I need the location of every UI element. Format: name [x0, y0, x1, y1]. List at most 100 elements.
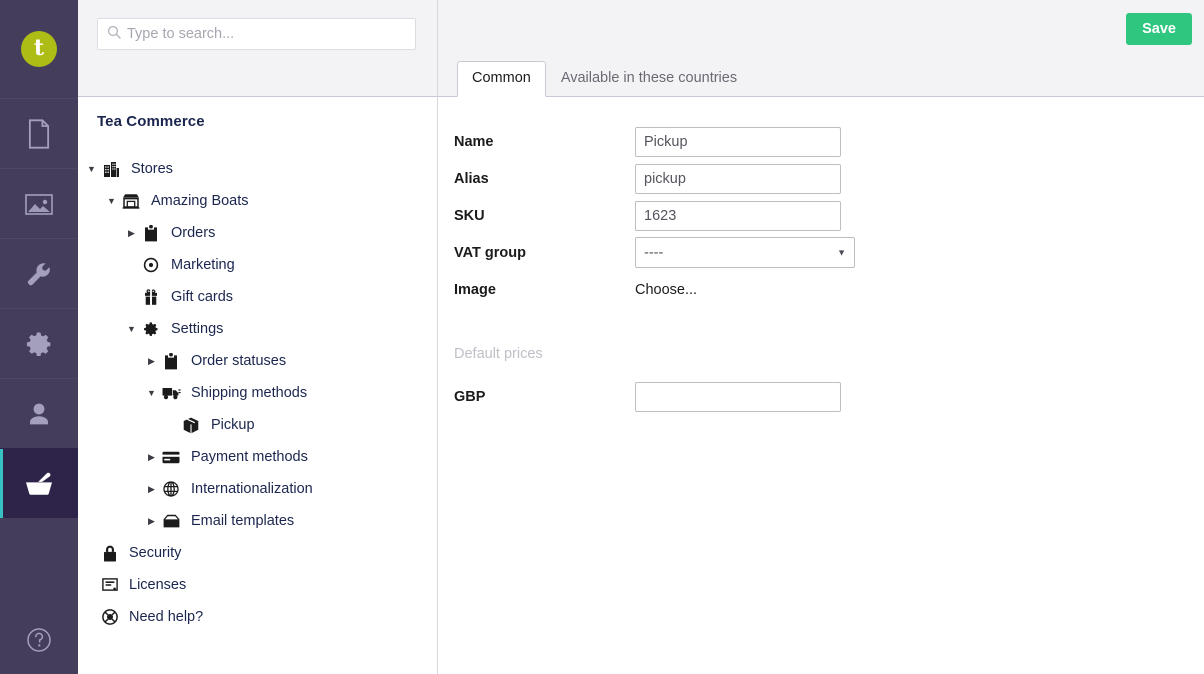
- field-control: [635, 381, 1204, 412]
- name-input[interactable]: [635, 126, 841, 157]
- chevron-right-icon[interactable]: ▶: [145, 484, 158, 494]
- tree-node-label: Stores: [131, 161, 173, 177]
- image-icon: [24, 191, 54, 217]
- tree-node-label: Amazing Boats: [151, 193, 249, 209]
- gear-icon: [138, 321, 164, 337]
- tree-node-orders[interactable]: ▶ Orders: [78, 217, 437, 249]
- tree-node-label: Marketing: [171, 257, 235, 273]
- clipboard-icon: [158, 352, 184, 370]
- section-settings[interactable]: [0, 238, 78, 308]
- tree-node-label: Licenses: [129, 577, 187, 593]
- logo-glyph: t: [33, 35, 45, 61]
- tree-node-need-help[interactable]: ▶Need help?: [78, 601, 437, 633]
- section-commerce[interactable]: [0, 448, 78, 518]
- stores-icon: [98, 161, 124, 178]
- app-rail: t: [0, 0, 78, 674]
- tab-available-in-these-countries[interactable]: Available in these countries: [546, 61, 752, 97]
- sku-input[interactable]: [635, 200, 841, 231]
- truck-icon: [158, 386, 184, 400]
- section-media[interactable]: [0, 168, 78, 238]
- default-prices-fields: GBP: [454, 378, 1204, 415]
- tree-node-label: Payment methods: [191, 449, 308, 465]
- target-icon: [138, 257, 164, 273]
- tree-node-payment-methods[interactable]: ▶ Payment methods: [78, 441, 437, 473]
- gear-icon: [25, 330, 53, 358]
- tab-common[interactable]: Common: [457, 61, 546, 97]
- tree-node-marketing[interactable]: ▶Marketing: [78, 249, 437, 281]
- tree-node-label: Order statuses: [191, 353, 287, 369]
- tree-node-list: ▼Stores▼Amazing Boats▶Orders▶Marketing▶G…: [78, 153, 437, 633]
- chevron-right-icon[interactable]: ▶: [145, 516, 158, 526]
- user-icon: [26, 400, 52, 428]
- document-icon: [25, 118, 53, 150]
- chevron-down-icon[interactable]: ▼: [85, 164, 98, 174]
- tab-bar: Common Available in these countries: [457, 61, 752, 97]
- rail-section-list: [0, 98, 78, 518]
- tree-node-label: Shipping methods: [191, 385, 308, 401]
- field-control: [635, 163, 1204, 194]
- chevron-right-icon[interactable]: ▶: [125, 228, 138, 238]
- search-icon: [107, 25, 121, 44]
- tree-node-label: Email templates: [191, 513, 295, 529]
- help-button[interactable]: [0, 625, 78, 660]
- section-content[interactable]: [0, 98, 78, 168]
- lock-icon: [98, 545, 122, 562]
- image-chooser-link[interactable]: Choose...: [635, 282, 697, 298]
- tree-node-internationalization[interactable]: ▶ Internationalization: [78, 473, 437, 505]
- box-icon: [178, 417, 204, 434]
- tree-title: Tea Commerce: [97, 113, 205, 130]
- main-header: Save Common Available in these countries: [438, 0, 1204, 97]
- chevron-down-icon[interactable]: ▼: [105, 196, 118, 206]
- tree-node-pickup[interactable]: ▶Pickup: [78, 409, 437, 441]
- field-control: ---- ▼: [635, 237, 1204, 268]
- editor-form: Name Alias SKU VAT group ----▼ Image Choose...…: [438, 97, 1204, 415]
- tree-node-label: Internationalization: [191, 481, 313, 497]
- search-box[interactable]: [97, 18, 416, 50]
- field-control: Choose...: [635, 281, 1204, 299]
- tree-header: [78, 0, 437, 97]
- search-input[interactable]: [127, 26, 406, 42]
- form-row: GBP: [454, 378, 1204, 415]
- chevron-right-icon[interactable]: ▶: [145, 356, 158, 366]
- tree-node-security[interactable]: ▶Security: [78, 537, 437, 569]
- gbp-input[interactable]: [635, 381, 841, 412]
- question-circle-icon: [24, 625, 54, 660]
- clipboard-icon: [138, 224, 164, 242]
- field-label: Alias: [454, 170, 489, 187]
- vat-group-select-wrapper: ---- ▼: [635, 237, 855, 268]
- tree-node-label: Pickup: [211, 417, 255, 433]
- basket-icon: [23, 470, 55, 498]
- vat-group-select[interactable]: ----: [635, 237, 855, 268]
- gift-icon: [138, 289, 164, 305]
- tree-node-gift-cards[interactable]: ▶Gift cards: [78, 281, 437, 313]
- tree-node-licenses[interactable]: ▶Licenses: [78, 569, 437, 601]
- tree-node-stores[interactable]: ▼ Stores: [78, 153, 437, 185]
- tree-panel: Tea Commerce ▼ Stores ▼ Amazing Boats ▶ Order…: [78, 0, 438, 674]
- field-control: [635, 126, 1204, 157]
- chevron-down-icon[interactable]: ▼: [125, 324, 138, 334]
- tree-node-settings[interactable]: ▼ Settings: [78, 313, 437, 345]
- tree-body: Tea Commerce ▼ Stores ▼ Amazing Boats ▶ Order…: [78, 97, 437, 633]
- logo[interactable]: t: [0, 0, 78, 98]
- credit-card-icon: [158, 451, 184, 464]
- chevron-down-icon[interactable]: ▼: [145, 388, 158, 398]
- tree-node-order-statuses[interactable]: ▶ Order statuses: [78, 345, 437, 377]
- store-icon: [118, 193, 144, 209]
- section-developer[interactable]: [0, 308, 78, 378]
- field-label: SKU: [454, 207, 485, 224]
- default-prices-heading: Default prices: [454, 346, 543, 362]
- alias-input[interactable]: [635, 163, 841, 194]
- tree-node-email-templates[interactable]: ▶ Email templates: [78, 505, 437, 537]
- tree-node-amazing-boats[interactable]: ▼ Amazing Boats: [78, 185, 437, 217]
- license-icon: [98, 578, 122, 592]
- form-row: Name: [454, 123, 1204, 160]
- umbraco-backoffice: t Type to search... Tea Commerce ▼ Store…: [0, 0, 1204, 674]
- tree-node-label: Settings: [171, 321, 224, 337]
- section-users[interactable]: [0, 378, 78, 448]
- tree-node-label: Need help?: [129, 609, 204, 625]
- chevron-right-icon[interactable]: ▶: [145, 452, 158, 462]
- save-button[interactable]: Save: [1126, 13, 1192, 45]
- inbox-icon: [158, 514, 184, 528]
- form-row: Alias: [454, 160, 1204, 197]
- tree-node-shipping-methods[interactable]: ▼ Shipping methods: [78, 377, 437, 409]
